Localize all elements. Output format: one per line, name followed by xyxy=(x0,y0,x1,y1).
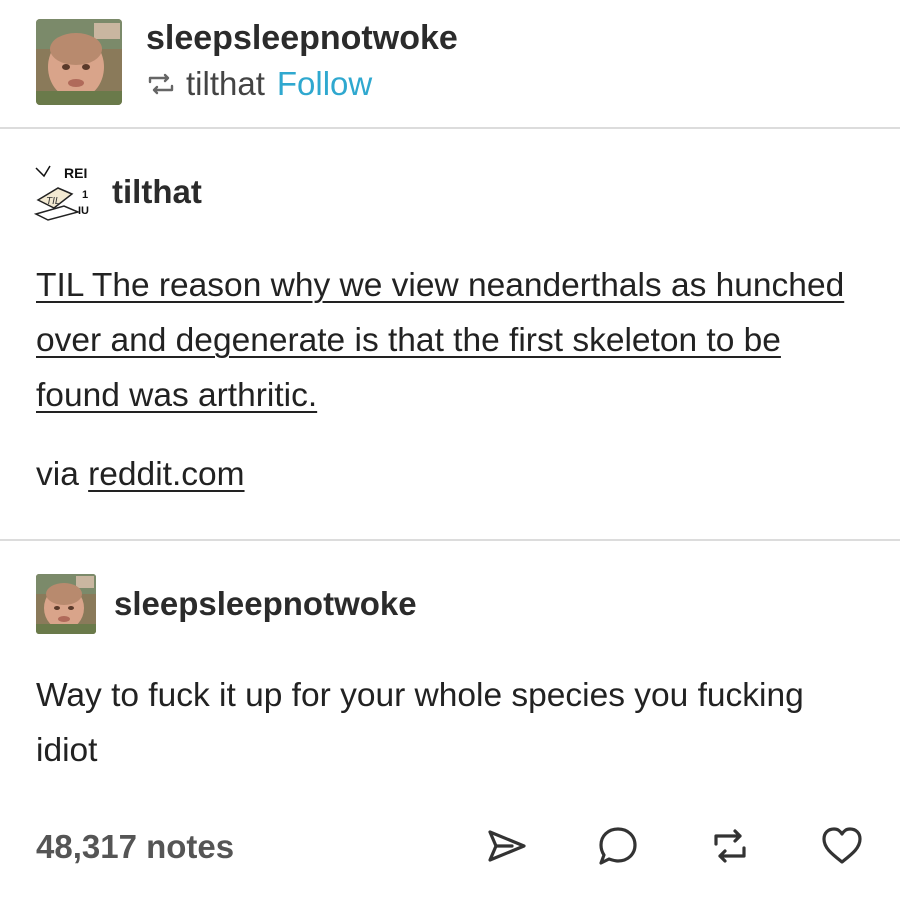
reply-header: sleepsleepnotwoke xyxy=(36,574,417,634)
via-label: via xyxy=(36,456,79,493)
notes-count[interactable]: 48,317 notes xyxy=(36,828,234,866)
original-post-header: REI TIL 1 IU tilthat xyxy=(34,162,202,222)
divider xyxy=(0,127,900,129)
svg-text:IU: IU xyxy=(78,205,89,217)
reblog-icon xyxy=(148,73,174,95)
reblog-source-username[interactable]: tilthat xyxy=(186,62,265,106)
share-icon[interactable] xyxy=(482,822,530,870)
reblog-header: sleepsleepnotwoke tilthat Follow xyxy=(36,18,458,106)
baby-photo-avatar[interactable] xyxy=(36,574,96,634)
divider xyxy=(0,539,900,541)
svg-text:TIL: TIL xyxy=(46,196,60,207)
source-link[interactable]: reddit.com xyxy=(88,456,244,493)
post-body: TIL The reason why we view neanderthals … xyxy=(36,258,856,423)
post-actions xyxy=(482,822,866,870)
svg-text:REI: REI xyxy=(64,165,87,181)
reply-username[interactable]: sleepsleepnotwoke xyxy=(114,585,417,623)
original-poster-username[interactable]: tilthat xyxy=(112,173,202,211)
post-source: via reddit.com xyxy=(36,456,245,494)
post-footer: 48,317 notes xyxy=(36,822,866,874)
til-logo-avatar[interactable]: REI TIL 1 IU xyxy=(34,162,94,222)
svg-text:1: 1 xyxy=(82,189,88,201)
post-link[interactable]: TIL The reason why we view neanderthals … xyxy=(36,267,844,414)
reblogger-username[interactable]: sleepsleepnotwoke xyxy=(146,18,458,58)
follow-button[interactable]: Follow xyxy=(277,62,372,106)
like-heart-icon[interactable] xyxy=(818,822,866,870)
reply-text: Way to fuck it up for your whole species… xyxy=(36,677,804,769)
reblog-source: tilthat Follow xyxy=(146,62,458,106)
user-avatar[interactable] xyxy=(36,19,122,105)
comment-icon[interactable] xyxy=(594,822,642,870)
reblog-icon[interactable] xyxy=(706,822,754,870)
